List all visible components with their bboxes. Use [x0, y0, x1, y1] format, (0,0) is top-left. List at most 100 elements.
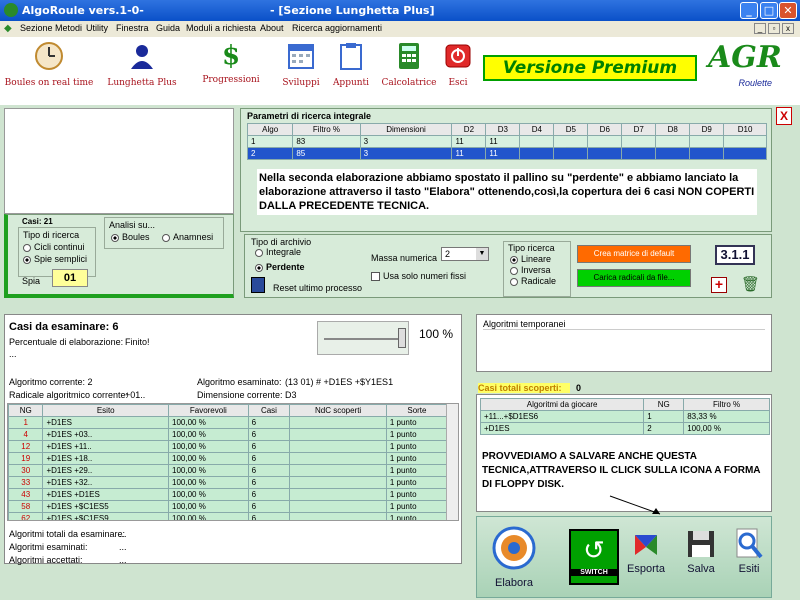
lineare-radio[interactable]: Lineare — [510, 254, 564, 264]
menu-sezione-metodi[interactable]: Sezione Metodi — [20, 23, 82, 33]
perdente-radio-dot — [255, 263, 263, 272]
reset-icon[interactable] — [251, 277, 265, 293]
switch-icon: ↺ — [583, 535, 605, 565]
appunti-button[interactable]: Appunti — [326, 41, 376, 88]
calcolatrice-button[interactable]: Calcolatrice — [380, 41, 438, 88]
menu-utility[interactable]: Utility — [86, 23, 108, 33]
algo-corrente: Algoritmo corrente: 2 — [9, 377, 93, 387]
spia-label: Spia — [22, 276, 41, 286]
progress-slider[interactable] — [317, 321, 409, 355]
slider-thumb[interactable] — [398, 328, 406, 348]
trash-icon[interactable]: 🗑 — [741, 275, 760, 293]
table-cell — [289, 500, 387, 513]
perdente-label: Perdente — [266, 262, 305, 272]
accettati-label: Algoritmi accettati: — [9, 555, 83, 565]
table-cell: 1 — [643, 410, 685, 423]
table-cell — [723, 135, 767, 148]
results-body: 1 +D1ES 100,00 % 6 1 punto 4 +D1ES +03.. 100,00… — [8, 416, 449, 520]
table-cell: 3 — [359, 147, 453, 160]
table-row[interactable]: 19 +D1ES +18.. 100,00 % 6 1 punto — [8, 452, 449, 465]
table-cell: 100,00 % — [168, 500, 249, 513]
table-cell: 43 — [8, 488, 44, 501]
table-row[interactable]: 1 +D1ES 100,00 % 6 1 punto — [8, 416, 449, 429]
scoperti-value: 0 — [576, 383, 582, 393]
table-row[interactable]: 58 +D1ES +$C1ES5 100,00 % 6 1 punto — [8, 500, 449, 513]
table-row[interactable]: 30 +D1ES +29.. 100,00 % 6 1 punto — [8, 464, 449, 477]
integrale-radio[interactable]: Integrale — [255, 247, 301, 257]
table-row[interactable]: 4 +D1ES +03.. 100,00 % 6 1 punto — [8, 428, 449, 441]
radicale-radio[interactable]: Radicale — [510, 276, 564, 286]
table-cell: +D1ES +$C1ES5 — [42, 500, 170, 513]
spia-input[interactable]: 01 — [52, 269, 88, 287]
mdi-restore-button[interactable]: ▫ — [768, 23, 780, 34]
usa-solo-checkbox[interactable]: Usa solo numeri fissi — [371, 271, 466, 282]
table-row[interactable]: 62 +D1ES +$C1ES9 100,00 % 6 1 punto — [8, 512, 449, 520]
maximize-button[interactable]: □ — [760, 2, 778, 19]
results-scrollbar[interactable] — [446, 404, 458, 520]
table-row[interactable]: 2 85 3 11 11 — [246, 147, 767, 160]
table-cell: 6 — [247, 512, 291, 520]
action-bar: Elabora ↺ SWITCH Esporta Salva Esiti — [476, 516, 772, 598]
column-header: D5 — [553, 123, 589, 136]
esiti-button[interactable]: Esiti — [729, 527, 769, 575]
menu-finestra[interactable]: Finestra — [116, 23, 149, 33]
table-cell: +11...+$D1ES6 — [479, 410, 645, 423]
calcolatrice-label: Calcolatrice — [381, 78, 437, 88]
table-cell: 11 — [485, 135, 521, 148]
column-header: Filtro % — [683, 398, 770, 411]
table-row[interactable]: +11...+$D1ES6 1 83,33 % — [479, 410, 770, 423]
perc-value: Finito! — [125, 337, 150, 347]
table-row[interactable]: 33 +D1ES +32.. 100,00 % 6 1 punto — [8, 476, 449, 489]
esci-button[interactable]: Esci — [440, 41, 476, 88]
menu-ricerca-aggiornamenti[interactable]: Ricerca aggiornamenti — [292, 23, 382, 33]
minimize-button[interactable]: _ — [740, 2, 758, 19]
mdi-minimize-button[interactable]: _ — [754, 23, 766, 34]
add-icon[interactable]: + — [711, 277, 727, 293]
menu-about[interactable]: About — [260, 23, 284, 33]
table-cell: 1 punto — [385, 440, 449, 453]
carica-radicali-button[interactable]: Carica radicali da file... — [577, 269, 691, 287]
perdente-radio[interactable]: Perdente — [255, 262, 305, 272]
close-window-button[interactable]: ✕ — [779, 2, 797, 19]
table-row[interactable]: 1 83 3 11 11 — [246, 135, 767, 148]
crea-matrice-button[interactable]: Crea matrice di default — [577, 245, 691, 263]
esporta-button[interactable]: Esporta — [625, 527, 667, 575]
tipo-ricerca2-title: Tipo ricerca — [508, 243, 555, 253]
progressioni-button[interactable]: $ Progressioni — [198, 41, 264, 85]
mdi-close-button[interactable]: x — [782, 23, 794, 34]
switch-label: SWITCH — [571, 569, 617, 576]
lunghetta-button[interactable]: Lunghetta Plus — [104, 41, 180, 88]
spie-radio[interactable]: Spie semplici — [23, 254, 91, 264]
table-cell: +D1ES +29.. — [42, 464, 170, 477]
menu-guida[interactable]: Guida — [156, 23, 180, 33]
salva-button[interactable]: Salva — [681, 527, 721, 575]
reset-label[interactable]: Reset ultimo processo — [273, 283, 362, 293]
table-cell — [289, 476, 387, 489]
table-row[interactable]: 12 +D1ES +11.. 100,00 % 6 1 punto — [8, 440, 449, 453]
integrale-label: Integrale — [266, 247, 302, 257]
calendar-icon — [288, 44, 314, 69]
cicli-radio[interactable]: Cicli continui — [23, 242, 91, 252]
table-cell: 1 punto — [385, 452, 449, 465]
close-panel-button[interactable]: X — [776, 107, 792, 125]
column-header: Filtro % — [292, 123, 361, 136]
sviluppi-button[interactable]: Sviluppi — [276, 41, 326, 88]
totali-label: Algoritmi totali da esaminare: — [9, 529, 126, 539]
dim-label: Dimensione corrente: — [197, 390, 283, 400]
elabora-button[interactable]: Elabora — [485, 521, 543, 589]
table-cell: +D1ES — [42, 416, 170, 429]
boules-button[interactable]: Boules on real time — [4, 41, 94, 88]
boules-radio[interactable]: Boules — [111, 232, 150, 242]
anamnesi-radio[interactable]: Anamnesi — [162, 232, 213, 242]
window-subtitle: - [Sezione Lunghetta Plus] — [270, 4, 435, 17]
table-row[interactable]: +D1ES 2 100,00 % — [479, 422, 770, 435]
radicale-label: Radicale — [521, 276, 557, 286]
massa-select[interactable]: 2 ▼ — [441, 247, 489, 261]
switch-button[interactable]: ↺ SWITCH — [569, 529, 619, 585]
target-icon — [492, 526, 536, 570]
table-row[interactable]: 43 +D1ES +D1ES 100,00 % 6 1 punto — [8, 488, 449, 501]
table-cell — [587, 147, 623, 160]
inversa-radio[interactable]: Inversa — [510, 265, 564, 275]
menu-moduli[interactable]: Moduli a richiesta — [186, 23, 256, 33]
annotation-arrow-icon — [609, 495, 661, 515]
